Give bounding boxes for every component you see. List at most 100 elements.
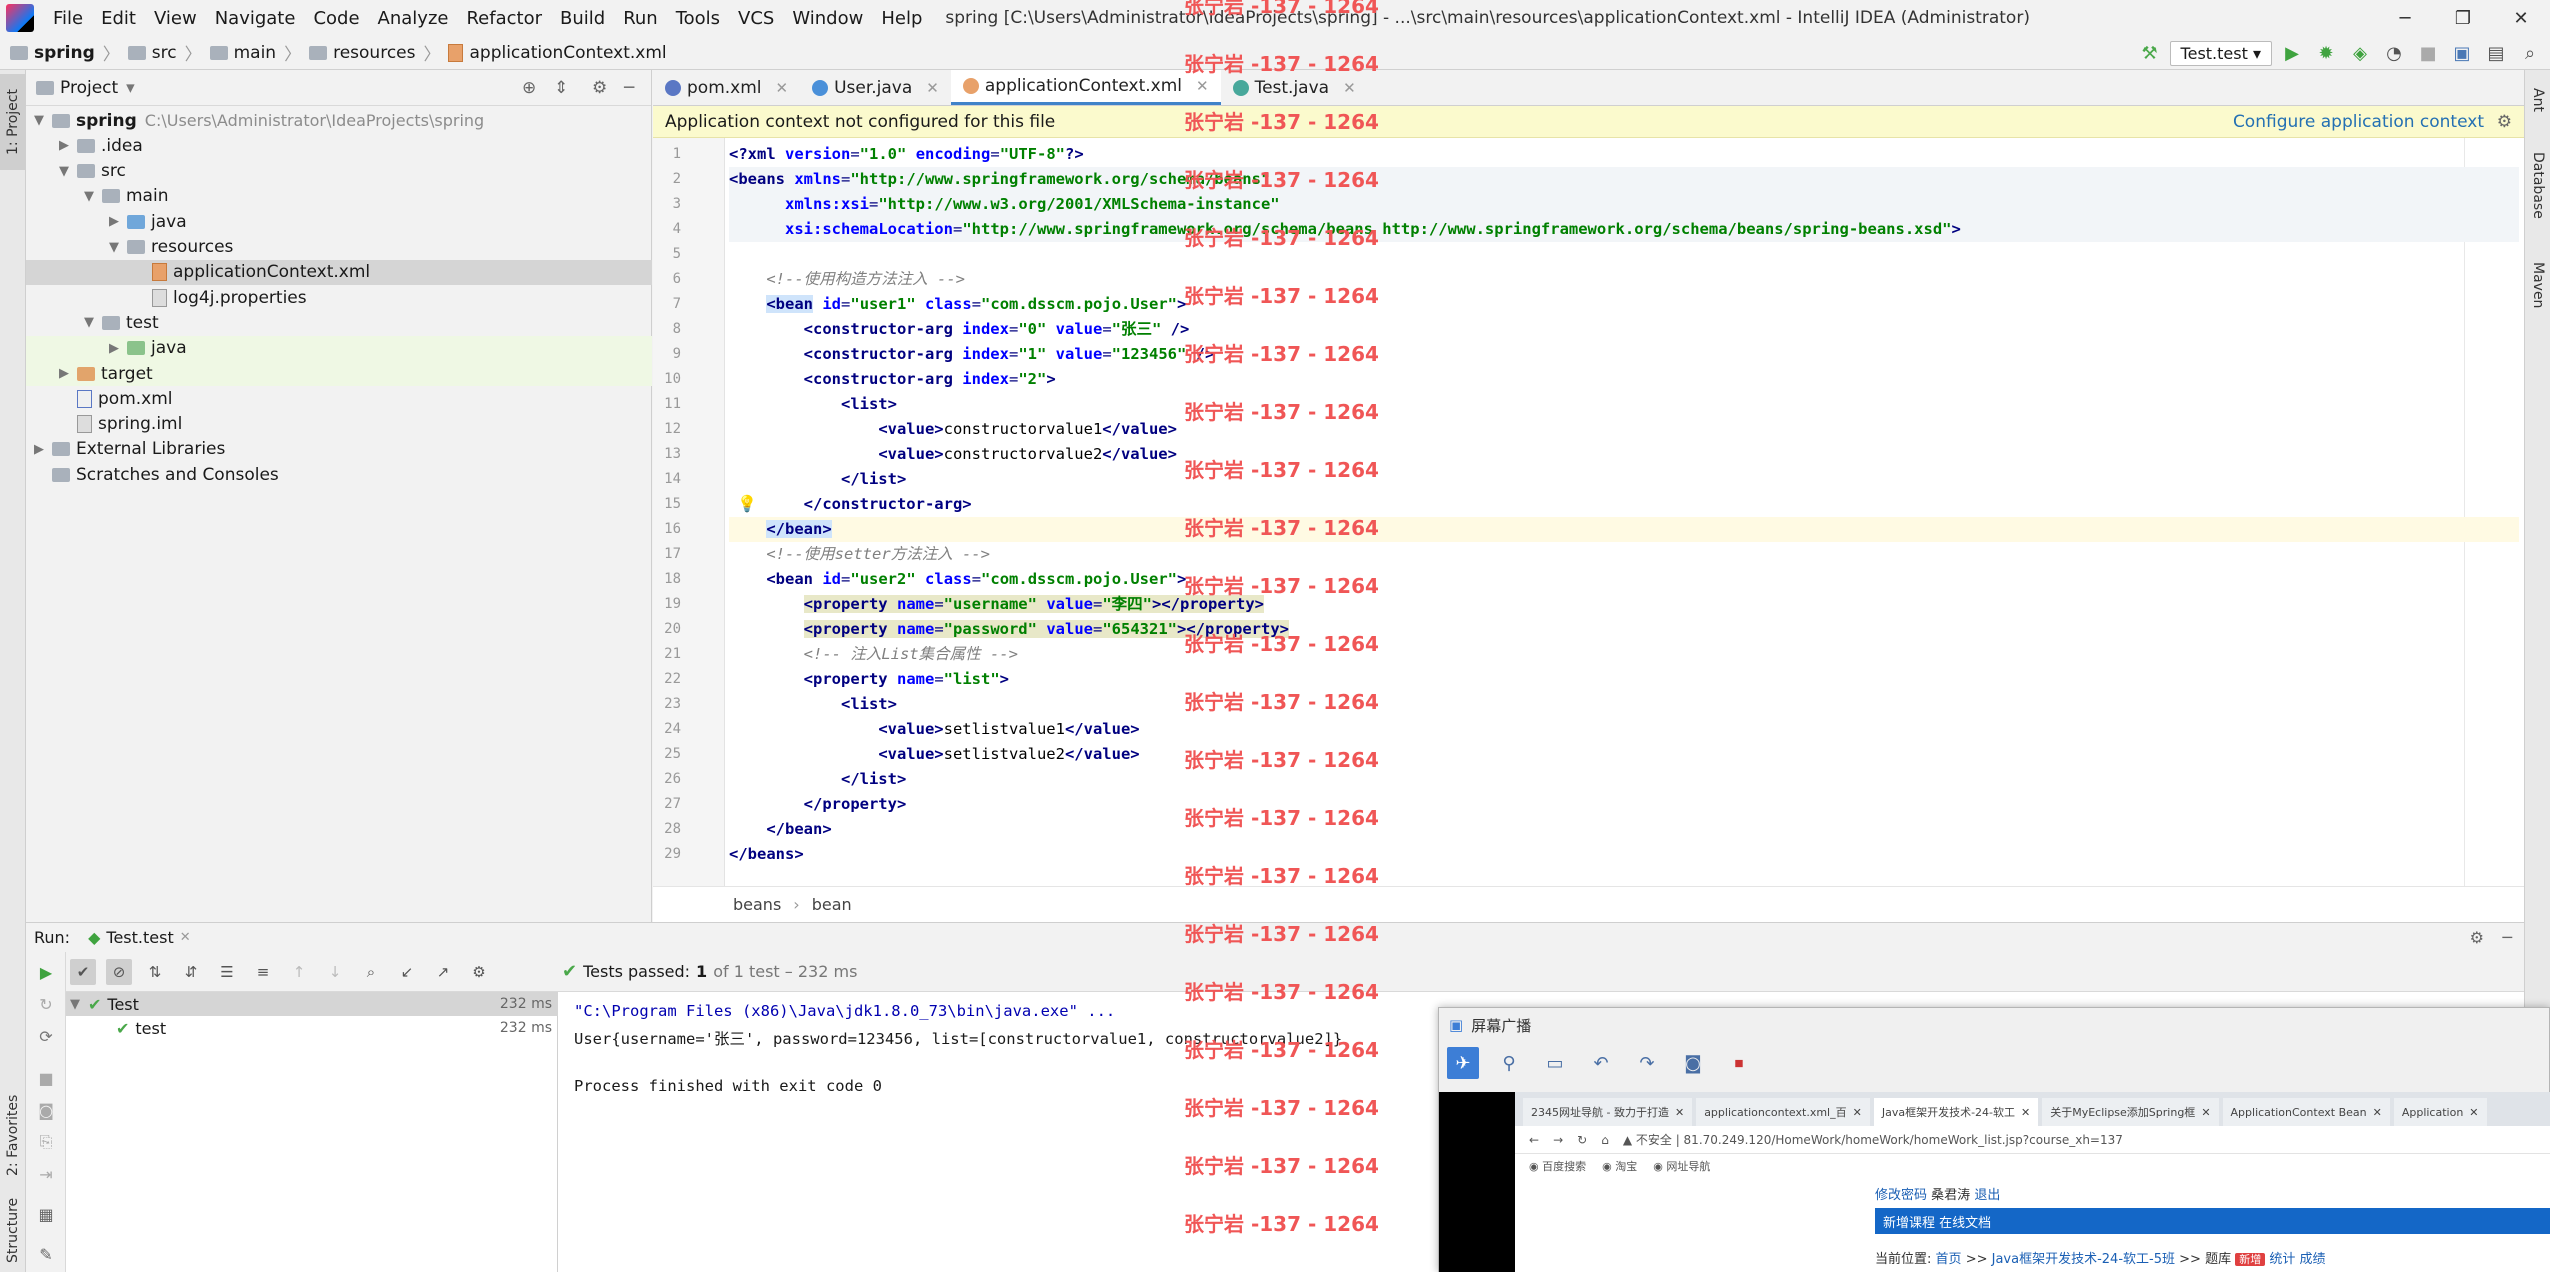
gear-icon[interactable]: ⚙ — [466, 959, 492, 985]
tree-item[interactable]: ▼ resources — [26, 235, 652, 260]
forward-icon[interactable]: → — [1553, 1133, 1563, 1147]
close-icon[interactable]: ✕ — [1853, 1106, 1862, 1119]
chevron-down-icon[interactable]: ▼ — [80, 189, 98, 204]
breadcrumb-resources[interactable]: resources — [309, 43, 415, 63]
code-line[interactable]: <list> — [729, 692, 2519, 717]
code-line[interactable]: <!-- 注入List集合属性 --> — [729, 642, 2519, 667]
menu-navigate[interactable]: Navigate — [206, 8, 305, 29]
bookmark-taobao[interactable]: ◉ 淘宝 — [1602, 1158, 1637, 1174]
database-tool-tab[interactable]: Database — [2525, 140, 2550, 230]
close-icon[interactable]: ✕ — [2373, 1106, 2382, 1119]
code-line[interactable]: <bean id="user2" class="com.dsscm.pojo.U… — [729, 567, 2519, 592]
redo-icon[interactable]: ↷ — [1631, 1047, 1663, 1079]
monitor-icon[interactable]: ▭ — [1539, 1047, 1571, 1079]
next-test-icon[interactable]: ↓ — [322, 959, 348, 985]
browser-tab[interactable]: ApplicationContext Bean ✕ — [2222, 1098, 2390, 1126]
close-icon[interactable]: ✕ — [180, 930, 191, 945]
home-icon[interactable]: ⌂ — [1601, 1133, 1609, 1147]
code-line[interactable] — [729, 242, 2519, 267]
debug-icon[interactable]: ✹ — [2312, 39, 2340, 67]
chevron-right-icon[interactable]: ▶ — [55, 366, 73, 381]
bookmark-baidu[interactable]: ◉ 百度搜索 — [1529, 1158, 1586, 1174]
address-url[interactable]: 81.70.249.120/HomeWork/homeWork/homeWork… — [1684, 1133, 2123, 1147]
menu-window[interactable]: Window — [783, 8, 872, 29]
code-line[interactable]: <!--使用setter方法注入 --> — [729, 542, 2519, 567]
tree-item[interactable]: ▼ main — [26, 184, 652, 209]
back-icon[interactable]: ← — [1529, 1133, 1539, 1147]
stats-link[interactable]: 统计 — [2269, 1252, 2295, 1267]
browser-tab[interactable]: Java框架开发技术-24-软工 ✕ — [1873, 1098, 2039, 1126]
close-button[interactable]: ✕ — [2492, 0, 2550, 36]
close-icon[interactable]: ✕ — [1196, 77, 1209, 95]
code-editor[interactable]: 1 2 3 4 5 6 7 8 9 10 11 12 13 14 15 16 17 18 19 20 21 22 23 24 2… — [653, 138, 2524, 886]
tree-item[interactable]: ▶ java — [26, 335, 652, 361]
editor-tab[interactable]: applicationContext.xml ✕ — [950, 70, 1221, 105]
rerun-icon[interactable]: ▶ — [34, 960, 58, 984]
chevron-down-icon[interactable]: ▼ — [30, 113, 48, 128]
code-line[interactable]: xmlns:xsi="http://www.w3.org/2001/XMLSch… — [729, 192, 2519, 217]
sdk-icon[interactable]: ▤ — [2482, 39, 2510, 67]
menu-edit[interactable]: Edit — [92, 8, 145, 29]
expand-all-icon[interactable]: ☰ — [214, 959, 240, 985]
gear-icon[interactable]: ⚙ — [2470, 928, 2484, 947]
editor-tab[interactable]: User.java ✕ — [800, 70, 951, 105]
run-configuration-select[interactable]: Test.test ▾ — [2169, 40, 2272, 66]
previous-test-icon[interactable]: ↑ — [286, 959, 312, 985]
test-method-row[interactable]: ✔ test 232 ms — [66, 1016, 558, 1040]
chevron-right-icon[interactable]: ▶ — [55, 138, 73, 153]
zoom-icon[interactable]: ⚲ — [1493, 1047, 1525, 1079]
code-line[interactable]: <value>constructorvalue2</value> — [729, 442, 2519, 467]
pointer-icon[interactable]: ✈ — [1447, 1047, 1479, 1079]
browser-tab[interactable]: applicationcontext.xml_百 ✕ — [1696, 1098, 1870, 1126]
tree-item[interactable]: ▶ java — [26, 209, 652, 234]
hide-icon[interactable]: ─ — [624, 78, 634, 98]
gear-icon[interactable]: ⚙ — [592, 78, 607, 98]
menu-view[interactable]: View — [145, 8, 206, 29]
record-icon[interactable]: ◙ — [1677, 1047, 1709, 1079]
tree-item[interactable]: spring.iml — [26, 412, 652, 437]
import-tests-icon[interactable]: ↙ — [394, 959, 420, 985]
tree-item[interactable]: Scratches and Consoles — [26, 462, 652, 487]
show-ignored-icon[interactable]: ⊘ — [106, 958, 132, 985]
code-line[interactable]: <?xml version="1.0" encoding="UTF-8"?> — [729, 142, 2519, 167]
close-icon[interactable]: ✕ — [1343, 79, 1356, 97]
code-line[interactable]: </bean> — [729, 517, 2519, 542]
project-panel-title[interactable]: Project — [60, 78, 118, 98]
pin-icon[interactable]: ✎ — [34, 1242, 58, 1266]
close-icon[interactable]: ✕ — [2201, 1106, 2210, 1119]
editor-tab[interactable]: pom.xml ✕ — [653, 70, 800, 105]
code-line[interactable]: <value>constructorvalue1</value> — [729, 417, 2519, 442]
code-line[interactable]: xsi:schemaLocation="http://www.springfra… — [729, 217, 2519, 242]
minimize-button[interactable]: ─ — [2376, 0, 2434, 36]
code-line[interactable]: </list> — [729, 467, 2519, 492]
intention-bulb-icon[interactable]: 💡 — [737, 494, 757, 513]
tree-item[interactable]: applicationContext.xml — [26, 259, 652, 285]
course-link[interactable]: Java框架开发技术-24-软工-5班 — [1992, 1252, 2175, 1267]
maven-tool-tab[interactable]: Maven — [2525, 250, 2550, 320]
close-icon[interactable]: ✕ — [776, 79, 789, 97]
collapse-all-icon[interactable]: ⇕ — [554, 78, 568, 98]
code-line[interactable]: </beans> — [729, 842, 2519, 867]
undo-icon[interactable]: ↶ — [1585, 1047, 1617, 1079]
tree-item[interactable]: pom.xml — [26, 386, 652, 411]
code-line[interactable]: </property> — [729, 792, 2519, 817]
chevron-down-icon[interactable]: ▾ — [126, 78, 135, 98]
browser-tab[interactable]: 关于MyEclipse添加Spring框 ✕ — [2042, 1098, 2219, 1126]
code-line[interactable]: <list> — [729, 392, 2519, 417]
toggle-auto-test-icon[interactable]: ⟳ — [34, 1024, 58, 1048]
chevron-down-icon[interactable]: ▼ — [55, 164, 73, 179]
stop-icon[interactable]: ■ — [2414, 39, 2442, 67]
code-line[interactable]: <property name="password" value="654321"… — [729, 617, 2519, 642]
run-tab[interactable]: ◆ Test.test ✕ — [80, 928, 199, 947]
gear-icon[interactable]: ⚙ — [2497, 112, 2512, 132]
profile-icon[interactable]: ◔ — [2380, 39, 2408, 67]
layout-icon[interactable]: ▦ — [34, 1202, 58, 1226]
tree-item[interactable]: log4j.properties — [26, 285, 652, 310]
code-line[interactable]: <value>setlistvalue2</value> — [729, 742, 2519, 767]
export-icon[interactable]: ⎘ — [34, 1130, 58, 1154]
new-badge[interactable]: 新增 — [2235, 1253, 2266, 1266]
breadcrumb-main[interactable]: main — [209, 43, 276, 63]
sort-alpha-icon[interactable]: ⇅ — [142, 959, 168, 985]
browser-tab[interactable]: 2345网址导航 - 致力于打造 ✕ — [1523, 1098, 1693, 1126]
rerun-failed-icon[interactable]: ↻ — [34, 992, 58, 1016]
